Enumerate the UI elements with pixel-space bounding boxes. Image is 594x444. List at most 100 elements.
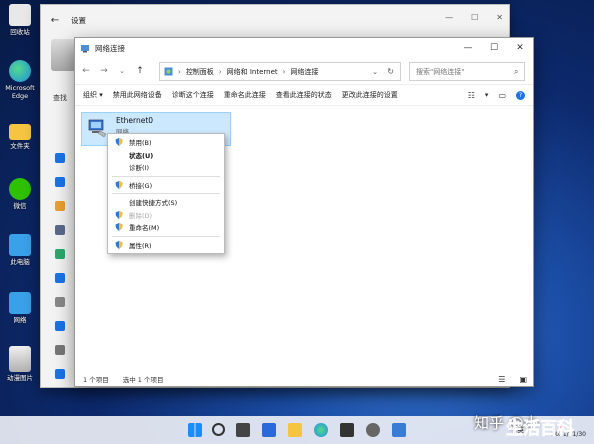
file-explorer-icon[interactable]: [288, 423, 302, 437]
chevron-down-icon[interactable]: ⌄: [115, 67, 129, 75]
monitor-icon: [9, 234, 31, 256]
edge-icon[interactable]: [314, 423, 328, 437]
view-status-command[interactable]: 查看此连接的状态: [276, 90, 332, 100]
settings-gear-icon[interactable]: [366, 423, 380, 437]
refresh-icon[interactable]: ↻: [387, 67, 394, 76]
breadcrumb-network-internet[interactable]: 网络和 Internet: [227, 67, 278, 77]
desktop-icon-edge[interactable]: Microsoft Edge: [2, 60, 38, 100]
disable-device-command[interactable]: 禁用此网络设备: [113, 90, 162, 100]
preview-pane-icon[interactable]: ▭: [498, 91, 506, 100]
accounts-icon[interactable]: [55, 249, 65, 259]
menu-item-create-shortcut[interactable]: 创建快捷方式(S): [108, 196, 224, 209]
accessibility-icon[interactable]: [55, 321, 65, 331]
wifi-icon[interactable]: [55, 177, 65, 187]
minimize-button[interactable]: —: [445, 13, 453, 22]
maximize-button[interactable]: ☐: [471, 13, 478, 22]
search-icon[interactable]: [212, 423, 225, 436]
close-button[interactable]: ✕: [507, 38, 533, 58]
maximize-button[interactable]: ☐: [481, 38, 507, 58]
menu-item-label: 禁用(B): [129, 139, 152, 148]
chevron-down-icon[interactable]: ⌄: [372, 68, 378, 76]
brand-watermark: 生活百科: [506, 419, 575, 440]
help-icon[interactable]: ?: [516, 90, 525, 100]
context-menu: 禁用(B) 状态(U) 诊断(I) 桥接(G) 创建快捷方式(S) 删除(D) …: [107, 133, 225, 254]
item-count: 1 个项目: [83, 376, 109, 384]
task-view-icon[interactable]: [236, 423, 250, 437]
tiles-view-icon[interactable]: ▣: [519, 375, 527, 384]
search-box[interactable]: ⌕: [409, 62, 525, 81]
menu-item-label: 重命名(M): [129, 224, 160, 233]
store-icon[interactable]: [340, 423, 354, 437]
desktop-icon-network[interactable]: 网络: [2, 292, 38, 324]
desktop-icon-label: 文件夹: [10, 142, 30, 150]
view-toggle: ☰ ▣: [490, 375, 527, 384]
shield-icon: [115, 180, 123, 189]
network-icon: [9, 292, 31, 314]
breadcrumb-network-connections[interactable]: 网络连接: [290, 67, 318, 77]
menu-item-diagnose[interactable]: 诊断(I): [108, 161, 224, 174]
desktop-icon-label: 此电脑: [10, 258, 30, 266]
settings-title: 设置: [71, 15, 86, 25]
menu-item-label: 诊断(I): [129, 164, 149, 173]
shield-icon: [115, 138, 123, 147]
update-icon[interactable]: [55, 369, 65, 379]
control-panel-icon[interactable]: [392, 423, 406, 437]
edge-icon: [9, 60, 31, 82]
close-button[interactable]: ✕: [496, 13, 503, 22]
menu-item-label: 桥接(G): [129, 181, 153, 190]
time-language-icon[interactable]: [55, 273, 65, 283]
menu-item-rename[interactable]: 重命名(M): [108, 221, 224, 234]
diagnose-command[interactable]: 诊断这个连接: [172, 90, 214, 100]
image-file-icon: [9, 346, 31, 372]
desktop-icon-wechat[interactable]: 微信: [2, 178, 38, 210]
brush-icon[interactable]: [55, 201, 65, 211]
chevron-down-icon[interactable]: ▾: [485, 91, 489, 99]
shield-icon: [115, 240, 123, 249]
network-titlebar: 网络连接 — ☐ ✕: [75, 38, 533, 58]
minimize-button[interactable]: —: [455, 38, 481, 58]
search-icon[interactable]: ⌕: [514, 67, 518, 77]
apps-icon[interactable]: [55, 225, 65, 235]
network-window-controls: — ☐ ✕: [455, 38, 533, 58]
menu-item-disable[interactable]: 禁用(B): [108, 136, 224, 149]
folder-icon: [9, 124, 31, 140]
menu-item-label: 删除(D): [129, 211, 153, 220]
forward-arrow-icon[interactable]: →: [97, 66, 111, 76]
ethernet-adapter-icon: [88, 119, 107, 138]
back-arrow-icon[interactable]: ←: [79, 66, 93, 76]
bluetooth-icon[interactable]: [55, 153, 65, 163]
settings-nav-rail: [49, 153, 71, 393]
menu-item-status[interactable]: 状态(U): [108, 149, 224, 162]
change-settings-command[interactable]: 更改此连接的设置: [342, 90, 398, 100]
address-bar[interactable]: › 控制面板 › 网络和 Internet › 网络连接 ⌄ ↻: [159, 62, 401, 81]
up-arrow-icon[interactable]: ↑: [133, 66, 147, 76]
desktop-icon-anime[interactable]: 动漫图片: [2, 346, 38, 382]
selected-count: 选中 1 个项目: [122, 376, 164, 384]
wechat-icon: [9, 178, 31, 200]
desktop-icon-this-pc[interactable]: 此电脑: [2, 234, 38, 266]
view-controls: ☷ ▾ ▭ ?: [468, 90, 525, 100]
desktop-icon-label: 回收站: [10, 28, 30, 36]
privacy-icon[interactable]: [55, 345, 65, 355]
view-options-icon[interactable]: ☷: [468, 91, 475, 100]
breadcrumb-separator: ›: [218, 67, 222, 76]
start-icon[interactable]: [188, 423, 202, 437]
desktop-icon-folder[interactable]: 文件夹: [2, 120, 38, 150]
rename-command[interactable]: 重命名此连接: [224, 90, 266, 100]
organize-menu[interactable]: 组织 ▾: [83, 90, 103, 100]
search-input[interactable]: [414, 66, 514, 77]
address-row: ← → ⌄ ↑ › 控制面板 › 网络和 Internet › 网络连接 ⌄ ↻…: [75, 58, 533, 84]
widgets-icon[interactable]: [262, 423, 276, 437]
desktop-icon-label: 网络: [13, 316, 27, 324]
back-arrow-icon[interactable]: ←: [47, 15, 63, 26]
desktop-icon-label: Microsoft Edge: [5, 84, 35, 100]
menu-item-properties[interactable]: 属性(R): [108, 239, 224, 252]
network-window-title: 网络连接: [95, 43, 125, 53]
breadcrumb-control-panel[interactable]: 控制面板: [186, 67, 214, 77]
menu-item-bridge[interactable]: 桥接(G): [108, 179, 224, 192]
desktop-icon-recycle-bin[interactable]: 回收站: [2, 4, 38, 36]
settings-search-stub[interactable]: 查找: [53, 93, 67, 103]
shield-icon: [115, 223, 123, 232]
gaming-icon[interactable]: [55, 297, 65, 307]
details-view-icon[interactable]: ☰: [498, 375, 505, 384]
